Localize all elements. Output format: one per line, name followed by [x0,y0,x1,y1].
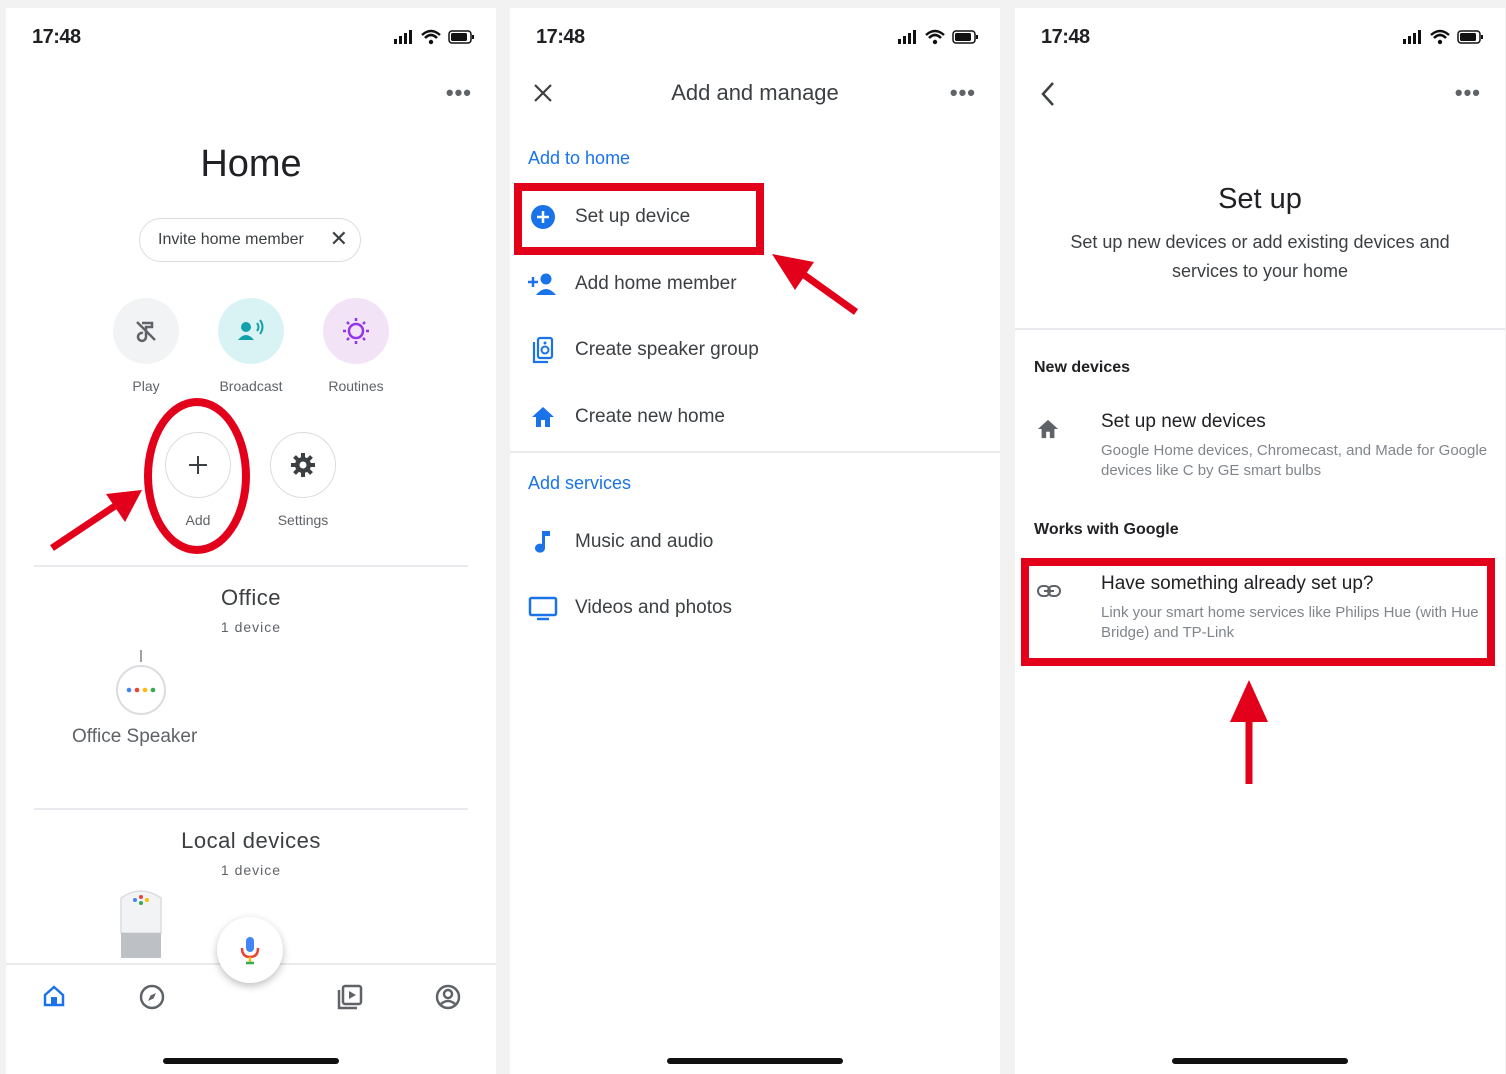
arrow-to-add [50,490,142,551]
annotation-arrows [50,254,1268,784]
arrow-to-set-up-device [772,254,859,315]
arrow-to-have-something-set-up [1230,680,1268,784]
